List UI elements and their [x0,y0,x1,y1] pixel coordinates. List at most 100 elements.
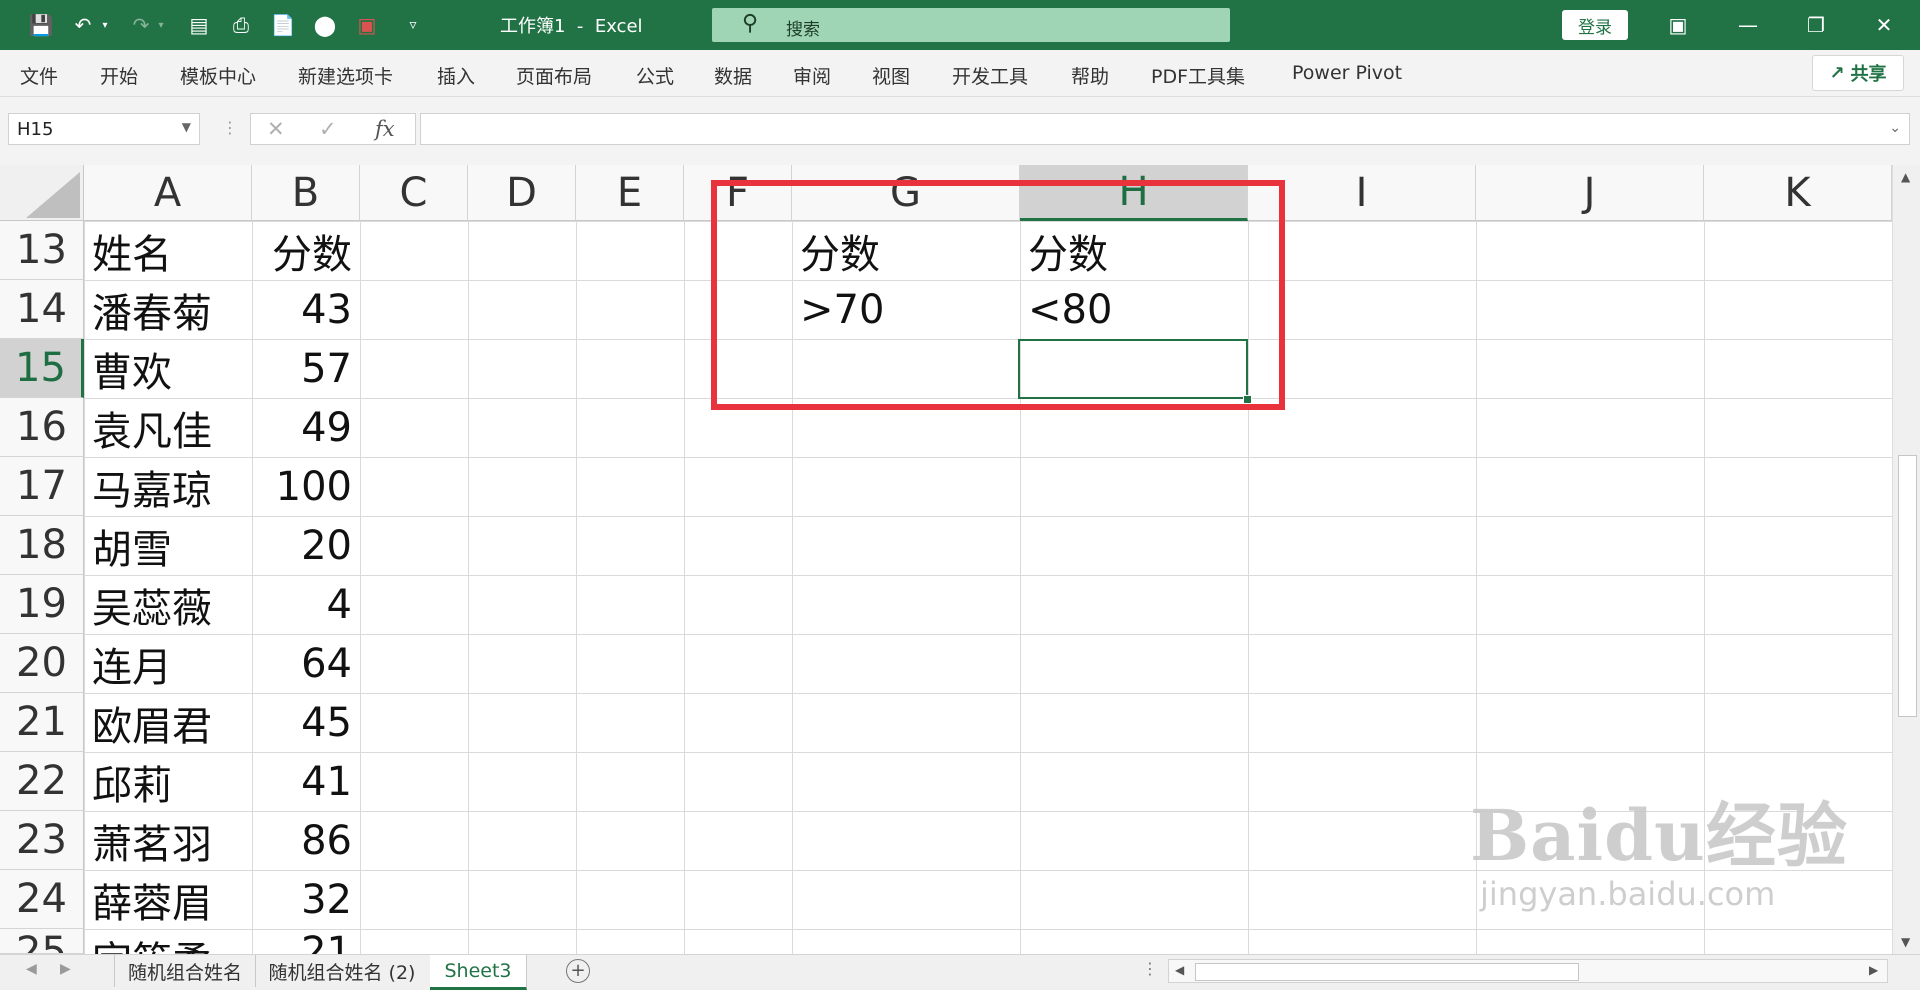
column-header-j[interactable]: J [1476,165,1704,221]
column-header-d[interactable]: D [468,165,576,221]
column-header-k[interactable]: K [1704,165,1892,221]
tab-pdf-tools[interactable]: PDF工具集 [1151,62,1245,89]
horizontal-scrollbar[interactable]: ◀ ▶ [1168,959,1888,983]
page-icon[interactable]: 📄 [268,11,298,39]
tab-developer[interactable]: 开发工具 [952,62,1028,89]
cell-a17[interactable]: 马嘉琼 [84,457,252,516]
search-box[interactable]: ⚲ 搜索 [712,8,1230,42]
row-header-13[interactable]: 13 [0,221,84,280]
cell-b15[interactable]: 57 [252,339,360,398]
circle-icon[interactable]: ⬤ [310,11,340,39]
scroll-left-icon[interactable]: ◀ [1175,963,1184,977]
cell-b16[interactable]: 49 [252,398,360,457]
cell-a24[interactable]: 薛蓉眉 [84,870,252,929]
cell-a16[interactable]: 袁凡佳 [84,398,252,457]
minimize-icon[interactable]: — [1728,8,1768,42]
tab-page-layout[interactable]: 页面布局 [516,62,592,89]
undo-dropdown-icon[interactable]: ▾ [98,11,112,39]
cell-b18[interactable]: 20 [252,516,360,575]
cell-a15[interactable]: 曹欢 [84,339,252,398]
cell-a23[interactable]: 萧茗羽 [84,811,252,870]
tab-data[interactable]: 数据 [714,62,752,89]
sheet-tab-2[interactable]: 随机组合姓名 (2) [254,955,431,987]
cell-b20[interactable]: 64 [252,634,360,693]
row-header-24[interactable]: 24 [0,870,84,929]
sheet-tab-1[interactable]: 随机组合姓名 [114,955,256,987]
splitter-icon[interactable]: ⋮ [222,118,238,137]
row-header-17[interactable]: 17 [0,457,84,516]
cancel-icon[interactable]: ✕ [267,117,285,141]
insert-function-icon[interactable]: fx [375,117,395,141]
cell-b13[interactable]: 分数 [252,221,360,280]
name-box[interactable]: H15 ▼ [8,113,200,145]
cell-b24[interactable]: 32 [252,870,360,929]
tab-new-tab[interactable]: 新建选项卡 [298,62,393,89]
scroll-up-icon[interactable]: ▲ [1901,170,1910,184]
row-header-21[interactable]: 21 [0,693,84,752]
cell-a14[interactable]: 潘春菊 [84,280,252,339]
row-header-16[interactable]: 16 [0,398,84,457]
cell-a13[interactable]: 姓名 [84,221,252,280]
tab-template-center[interactable]: 模板中心 [180,62,256,89]
chevron-down-icon[interactable]: ▼ [182,120,191,134]
cell-b19[interactable]: 4 [252,575,360,634]
tab-view[interactable]: 视图 [872,62,910,89]
sheet-next-icon[interactable]: ▶ [60,961,71,977]
cell-b25[interactable]: 21 [252,929,360,954]
close-icon[interactable]: ✕ [1864,8,1904,42]
cell-b21[interactable]: 45 [252,693,360,752]
cell-a18[interactable]: 胡雪 [84,516,252,575]
login-button[interactable]: 登录 [1562,10,1628,40]
cell-b17[interactable]: 100 [252,457,360,516]
row-header-22[interactable]: 22 [0,752,84,811]
tab-insert[interactable]: 插入 [437,62,475,89]
tab-home[interactable]: 开始 [100,62,138,89]
vertical-scrollbar[interactable]: ▲ ▼ [1892,165,1920,955]
form-icon[interactable]: ▤ [184,11,214,39]
cell-b14[interactable]: 43 [252,280,360,339]
row-header-18[interactable]: 18 [0,516,84,575]
tab-formulas[interactable]: 公式 [636,62,674,89]
column-header-c[interactable]: C [360,165,468,221]
cell-b23[interactable]: 86 [252,811,360,870]
customize-icon[interactable]: ▿ [398,11,428,39]
add-sheet-icon[interactable]: + [566,959,590,983]
cell-a20[interactable]: 连月 [84,634,252,693]
sheet-prev-icon[interactable]: ◀ [26,961,37,977]
share-button[interactable]: ↗ 共享 [1812,55,1904,91]
undo-icon[interactable]: ↶ [68,11,98,39]
row-header-14[interactable]: 14 [0,280,84,339]
tab-review[interactable]: 审阅 [793,62,831,89]
cell-a22[interactable]: 邱莉 [84,752,252,811]
tab-help[interactable]: 帮助 [1071,62,1109,89]
gift-icon[interactable]: ▣ [352,11,382,39]
tab-splitter-icon[interactable]: ⋮ [1142,959,1158,978]
cell-b22[interactable]: 41 [252,752,360,811]
vertical-scroll-thumb[interactable] [1898,455,1917,717]
sheet-tab-3[interactable]: Sheet3 [430,955,527,990]
cell-a25[interactable]: 宗筠柔 [84,929,252,954]
restore-icon[interactable]: ❐ [1796,8,1836,42]
row-header-19[interactable]: 19 [0,575,84,634]
redo-icon[interactable]: ↷ [126,11,156,39]
ribbon-display-icon[interactable]: ▣ [1658,8,1698,42]
column-header-a[interactable]: A [84,165,252,221]
print-preview-icon[interactable]: ⎙ [226,11,256,39]
expand-formula-icon[interactable]: ⌄ [1889,120,1901,136]
scroll-down-icon[interactable]: ▼ [1901,935,1910,949]
scroll-right-icon[interactable]: ▶ [1869,963,1878,977]
row-header-25[interactable]: 25 [0,929,84,954]
cell-a21[interactable]: 欧眉君 [84,693,252,752]
save-icon[interactable]: 💾 [26,11,56,39]
column-header-b[interactable]: B [252,165,360,221]
row-header-20[interactable]: 20 [0,634,84,693]
tab-file[interactable]: 文件 [20,62,58,89]
tab-power-pivot[interactable]: Power Pivot [1292,62,1402,84]
horizontal-scroll-thumb[interactable] [1195,963,1579,981]
formula-input[interactable]: ⌄ [420,113,1910,145]
row-header-15[interactable]: 15 [0,339,84,398]
row-header-23[interactable]: 23 [0,811,84,870]
redo-dropdown-icon[interactable]: ▾ [154,11,168,39]
enter-icon[interactable]: ✓ [319,117,337,141]
cell-a19[interactable]: 吴蕊薇 [84,575,252,634]
